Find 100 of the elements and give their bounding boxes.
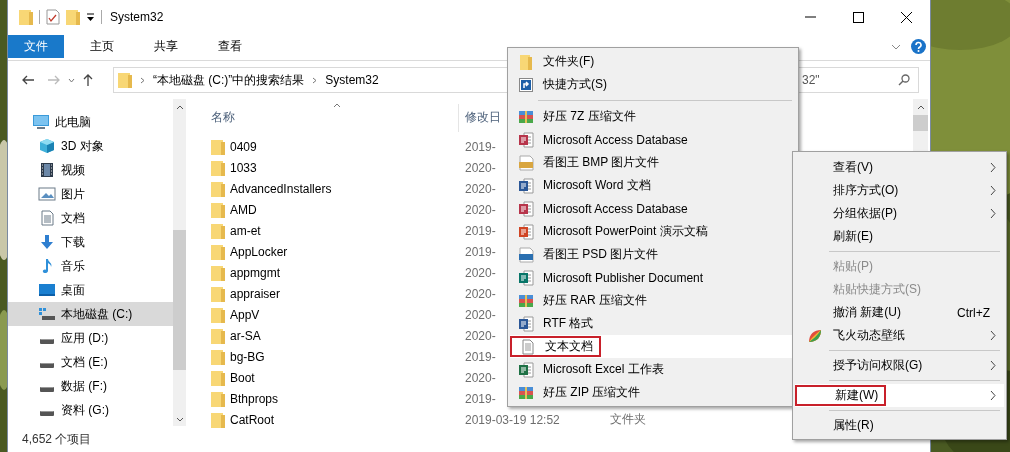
folder-icon [211, 285, 225, 302]
file-name[interactable]: Boot [230, 370, 255, 385]
file-name[interactable]: appmgmt [230, 265, 281, 280]
shortcut-icon [518, 76, 534, 93]
menu-item[interactable]: Microsoft Excel 工作表 [510, 358, 796, 381]
scroll-down-icon[interactable] [175, 417, 184, 422]
help-icon[interactable] [911, 39, 926, 54]
sort-caret-icon [333, 103, 341, 108]
text-file-icon [520, 338, 536, 355]
menu-item[interactable]: 排序方式(O) [795, 179, 1004, 202]
menu-item[interactable]: 看图王 PSD 图片文件 [510, 243, 796, 266]
file-name[interactable]: am-et [230, 223, 261, 238]
annotation-frame: 文本文档 [510, 336, 601, 357]
database-file-icon [518, 131, 534, 148]
scrollbar[interactable] [173, 99, 186, 426]
file-name[interactable]: CatRoot [230, 412, 275, 427]
nav-label: 应用 (D:) [61, 329, 109, 347]
menu-item[interactable]: 飞火动态壁纸 [795, 324, 1004, 347]
menu-item[interactable]: 刷新(E) [795, 225, 1004, 248]
menu-item[interactable]: 属性(R) [795, 414, 1004, 437]
nav-item[interactable]: 文档 [8, 206, 173, 230]
word-file-icon [518, 315, 534, 332]
modified-date: 2019- [465, 349, 496, 364]
column-header[interactable]: 修改日 [465, 109, 501, 126]
column-header[interactable]: 名称 [211, 109, 458, 126]
drive-icon [40, 410, 54, 416]
menu-item[interactable]: 好压 ZIP 压缩文件 [510, 381, 796, 404]
scroll-up-icon[interactable] [916, 105, 925, 110]
ribbon-tab[interactable]: 主页 [76, 35, 128, 58]
file-type: 文件夹 [610, 411, 646, 428]
breadcrumb-item[interactable]: “本地磁盘 (C:)”中的搜索结果 [153, 71, 305, 89]
monitor-icon [32, 114, 50, 130]
menu-item[interactable]: 分组依据(P) [795, 202, 1004, 225]
back-arrow-icon[interactable] [22, 75, 34, 85]
nav-item[interactable]: 文档 (E:) [8, 350, 173, 374]
nav-item[interactable]: 桌面 [8, 278, 173, 302]
nav-item[interactable]: 资料 (G:) [8, 398, 173, 422]
nav-label: 图片 [61, 185, 85, 203]
scroll-up-icon[interactable] [175, 105, 184, 110]
ribbon-tab[interactable]: 查看 [204, 35, 256, 58]
nav-item[interactable]: 图片 [8, 182, 173, 206]
file-name[interactable]: 0409 [230, 139, 257, 154]
nav-item[interactable]: 此电脑 [8, 110, 173, 134]
menu-item[interactable]: 看图王 BMP 图片文件 [510, 151, 796, 174]
file-name[interactable]: Bthprops [230, 391, 279, 406]
menu-item[interactable]: Microsoft Access Database [510, 197, 796, 220]
database-file-icon [518, 200, 534, 217]
drive-icon [40, 386, 54, 392]
nav-label: 文档 [61, 209, 85, 227]
scrollbar-thumb[interactable] [913, 115, 928, 131]
nav-item[interactable]: 音乐 [8, 254, 173, 278]
menu-item[interactable]: Microsoft Access Database [510, 128, 796, 151]
breadcrumb-item[interactable]: System32 [325, 73, 379, 87]
search-field[interactable]: 32" [797, 67, 919, 93]
menu-item[interactable]: 撤消 新建(U) Ctrl+Z [795, 301, 1004, 324]
modified-date: 2020- [465, 370, 496, 385]
menu-item[interactable]: 好压 7Z 压缩文件 [510, 105, 796, 128]
ribbon-tab[interactable]: 共享 [140, 35, 192, 58]
modified-date: 2020- [465, 328, 496, 343]
properties-icon[interactable] [46, 9, 60, 25]
file-name[interactable]: 1033 [230, 160, 257, 175]
nav-item[interactable]: 视频 [8, 158, 173, 182]
file-name[interactable]: AppLocker [230, 244, 288, 259]
modified-date: 2019- [465, 223, 496, 238]
menu-item[interactable]: 查看(V) [795, 156, 1004, 179]
modified-date: 2019- [465, 244, 496, 259]
spreadsheet-file-icon [518, 361, 534, 378]
ribbon-tab[interactable]: 文件 [8, 35, 64, 58]
chevron-down-icon[interactable] [68, 77, 75, 83]
search-icon [898, 74, 910, 86]
item-count: 4,652 个项目 [22, 430, 92, 448]
nav-item[interactable]: 本地磁盘 (C:) [8, 302, 173, 326]
nav-label: 视频 [61, 161, 85, 179]
nav-item[interactable]: 应用 (D:) [8, 326, 173, 350]
modified-date: 2020- [465, 181, 496, 196]
menu-item[interactable]: 授予访问权限(G) [795, 354, 1004, 377]
nav-item[interactable]: 数据 (F:) [8, 374, 173, 398]
dropdown-icon[interactable] [86, 12, 95, 22]
file-name[interactable]: AppV [230, 307, 260, 322]
menu-item[interactable]: 好压 RAR 压缩文件 [510, 289, 796, 312]
file-name[interactable]: AdvancedInstallers [230, 181, 332, 196]
nav-label: 桌面 [61, 281, 85, 299]
file-name[interactable]: AMD [230, 202, 257, 217]
archive-icon [518, 384, 534, 401]
chevron-down-icon[interactable] [891, 43, 901, 50]
menu-item[interactable]: Microsoft Publisher Document [510, 266, 796, 289]
file-name[interactable]: bg-BG [230, 349, 265, 364]
nav-item[interactable]: 下载 [8, 230, 173, 254]
shortcut-text: Ctrl+Z [957, 305, 990, 320]
up-arrow-icon[interactable] [83, 74, 93, 86]
menu-item[interactable]: 新建(W) [795, 384, 1004, 407]
menu-item[interactable]: RTF 格式 [510, 312, 796, 335]
file-name[interactable]: ar-SA [230, 328, 261, 343]
file-name[interactable]: appraiser [230, 286, 281, 301]
menu-item[interactable]: Microsoft Word 文档 [510, 174, 796, 197]
nav-item[interactable]: 3D 对象 [8, 134, 173, 158]
leaf-icon [807, 327, 823, 344]
menu-item[interactable]: Microsoft PowerPoint 演示文稿 [510, 220, 796, 243]
folder-icon [518, 53, 534, 70]
scrollbar-thumb[interactable] [173, 230, 186, 370]
